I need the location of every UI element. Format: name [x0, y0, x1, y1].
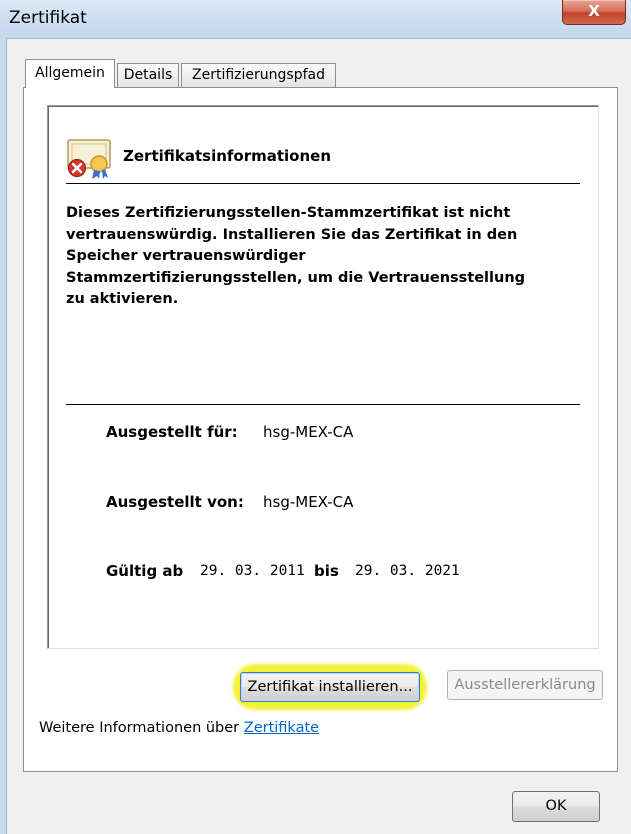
- warning-line: Speicher vertrauenswürdiger: [66, 248, 306, 264]
- close-icon: X: [588, 2, 600, 20]
- divider-bottom: [66, 404, 580, 405]
- tab-label: Details: [123, 67, 173, 83]
- tab-label: Zertifizierungspfad: [192, 67, 325, 83]
- title-bar: Zertifikat: [0, 0, 631, 39]
- divider-top: [66, 183, 580, 184]
- tab-allgemein[interactable]: Allgemein: [25, 59, 115, 88]
- certificate-warning-icon: [67, 139, 111, 179]
- tab-label: Allgemein: [35, 65, 105, 81]
- valid-from-date: 29. 03. 2011: [200, 563, 305, 579]
- tab-zertifizierungspfad[interactable]: Zertifizierungspfad: [181, 63, 336, 87]
- close-button[interactable]: X: [562, 0, 626, 25]
- valid-from-label: Gültig ab: [106, 562, 184, 580]
- install-certificate-button[interactable]: Zertifikat installieren...: [240, 672, 420, 702]
- valid-to-label: bis: [314, 562, 339, 580]
- issued-to-label: Ausgestellt für:: [106, 423, 238, 441]
- tab-details[interactable]: Details: [117, 63, 179, 87]
- warning-line: vertrauenswürdig. Installieren Sie das Z…: [66, 226, 518, 243]
- warning-line: Dieses Zertifizierungsstellen-Stammzerti…: [66, 205, 511, 221]
- more-info-label: Weitere Informationen über: [39, 720, 240, 736]
- issuer-statement-button[interactable]: Ausstellererklärung: [447, 670, 603, 700]
- window-title: Zertifikat: [9, 8, 87, 28]
- info-heading: Zertifikatsinformationen: [123, 147, 332, 165]
- valid-to-date: 29. 03. 2021: [355, 563, 460, 579]
- issued-to-value: hsg-MEX-CA: [263, 423, 354, 441]
- certificates-link[interactable]: Zertifikate: [244, 720, 319, 736]
- warning-line: Stammzertifizierungsstellen, um die Vert…: [66, 269, 526, 286]
- window-frame: [0, 38, 7, 834]
- issued-by-label: Ausgestellt von:: [106, 493, 244, 511]
- ok-button[interactable]: OK: [512, 791, 600, 822]
- more-info-text: Weitere Informationen über Zertifikate: [39, 720, 319, 736]
- warning-line: zu aktivieren.: [66, 291, 179, 307]
- issued-by-value: hsg-MEX-CA: [263, 493, 354, 511]
- untrusted-warning: Dieses Zertifizierungsstellen-Stammzerti…: [66, 203, 566, 311]
